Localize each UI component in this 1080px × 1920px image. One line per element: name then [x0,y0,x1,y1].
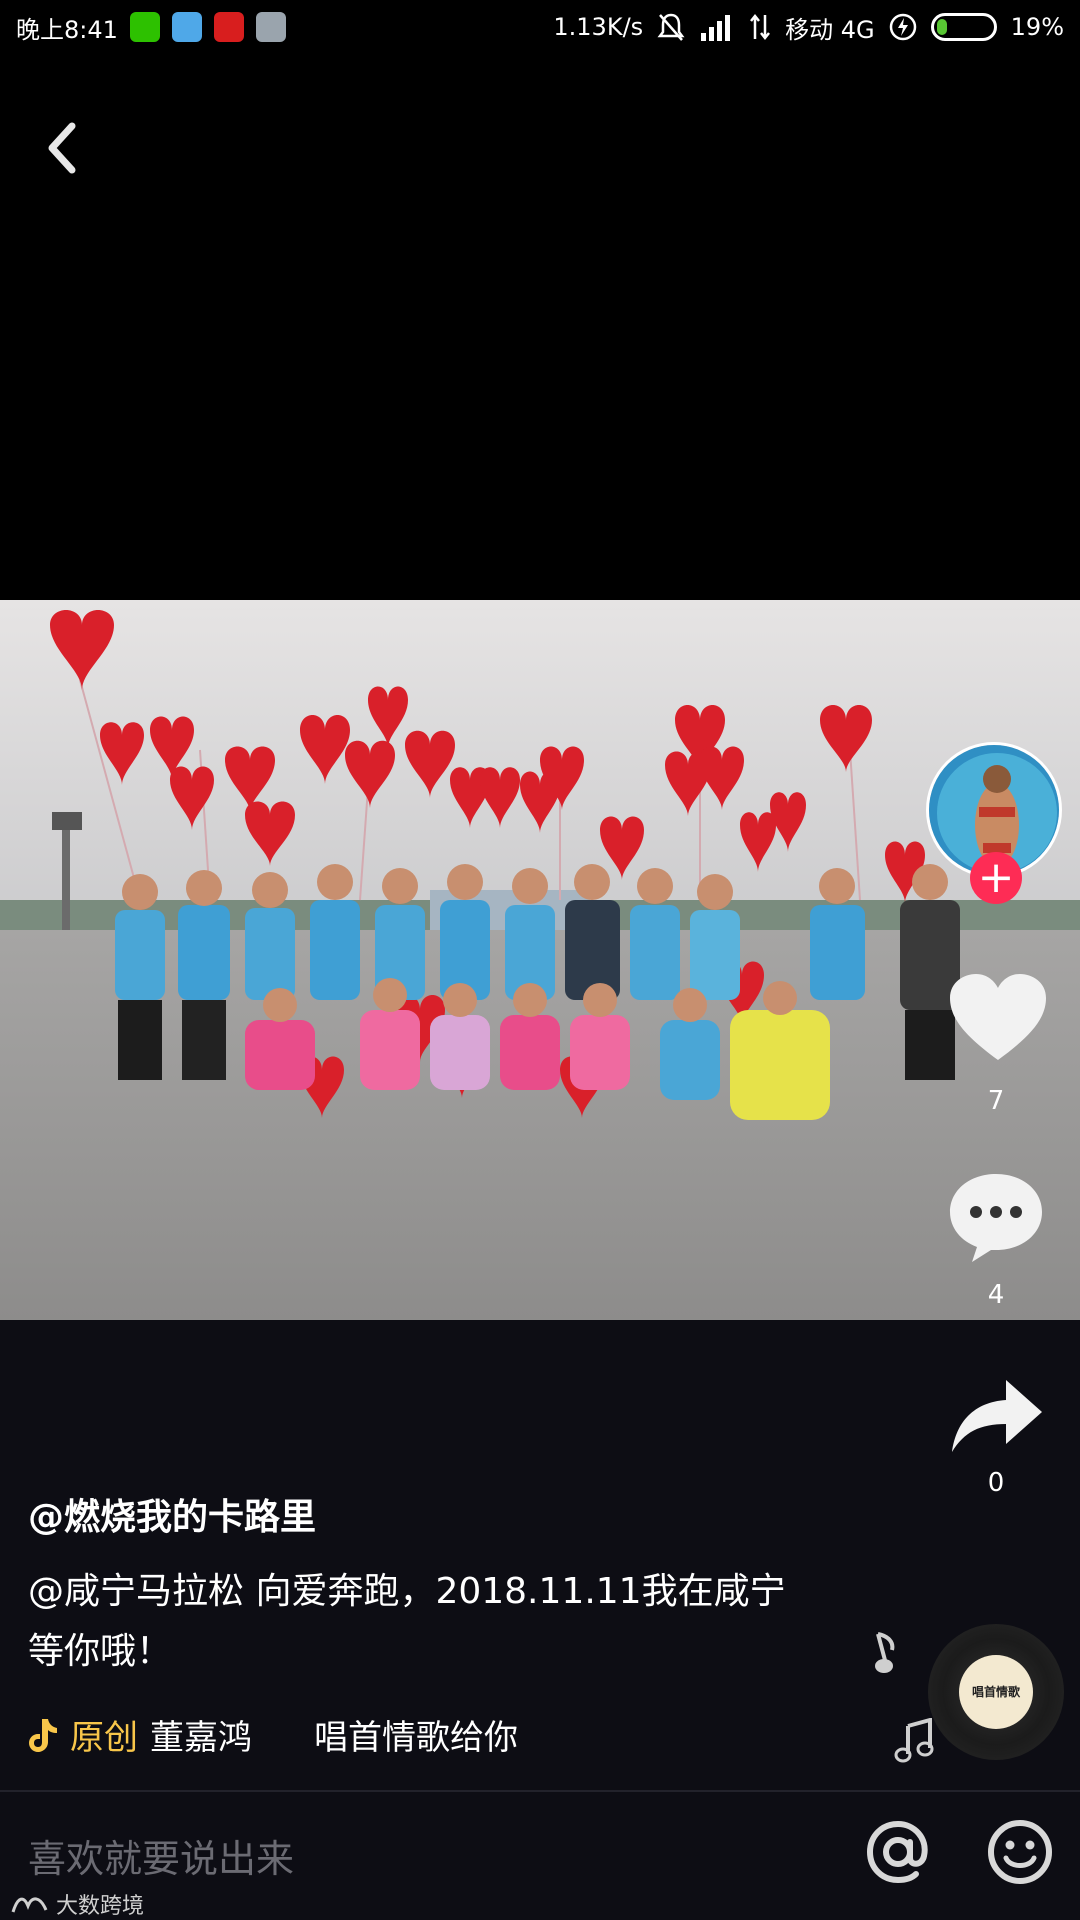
share-icon[interactable] [950,1378,1044,1454]
comment-bar-divider [0,1790,1080,1792]
at-mention-icon[interactable] [864,1818,932,1886]
music-disc-cover: 唱首情歌 [959,1655,1033,1729]
wechat-icon [129,12,160,42]
data-transfer-icon [750,13,771,41]
emoji-icon[interactable] [986,1818,1054,1886]
comment-input[interactable]: 喜欢就要说出来 [28,1828,294,1883]
status-time: 晚上8:41 [16,15,118,44]
comment-icon[interactable] [946,1170,1046,1264]
battery-percent: 19% [1010,13,1064,41]
author-username[interactable]: @燃烧我的卡路里 [28,1488,316,1540]
video-frame[interactable] [0,600,1080,1320]
music-title: 唱首情歌给你 [314,1718,518,1758]
status-indicators: 1.13K/s 移动 4G 19% [553,10,1064,45]
music-disc[interactable]: 唱首情歌 [928,1624,1064,1760]
music-note-icon-upper [875,1632,895,1673]
music-info[interactable]: 原创 董嘉鸿 唱首情歌给你 [28,1710,548,1759]
net-speed: 1.13K/s [553,13,644,41]
watermark: 大数跨境 [10,1888,144,1920]
music-original-tag: 原创 [70,1718,138,1758]
heart-icon[interactable] [948,972,1048,1064]
netease-music-icon [213,12,244,42]
carrier: 移动 4G [785,15,875,44]
watermark-logo-icon [11,1897,48,1913]
battery-indicator [930,13,997,41]
comment-count: 4 [987,1280,1005,1310]
charging-icon [889,13,916,41]
notes-app-icon [255,12,286,42]
music-disc-label: 唱首情歌 [971,1685,1020,1699]
gift-app-icon [171,12,202,42]
status-bar: 晚上8:41 1.13K/s 移动 4G 19% [0,0,1080,54]
signal-icon [701,15,731,41]
video-letterbox-top [0,54,1080,600]
post-description: @咸宁马拉松 向爱奔跑，2018.11.11我在咸宁等你哦！ [28,1571,786,1672]
follow-plus-button[interactable]: + [970,852,1022,904]
watermark-text: 大数跨境 [56,1894,145,1919]
marathon-group-photo [0,600,1080,1320]
music-artist: 董嘉鸿 [150,1718,252,1758]
tiktok-note-icon [29,1718,57,1752]
mute-bell-icon [657,13,685,41]
share-count: 0 [987,1468,1005,1498]
like-count: 7 [987,1086,1005,1116]
back-arrow-icon[interactable] [40,118,90,178]
battery-fill [936,19,947,35]
music-note-icon-lower [894,1718,934,1763]
